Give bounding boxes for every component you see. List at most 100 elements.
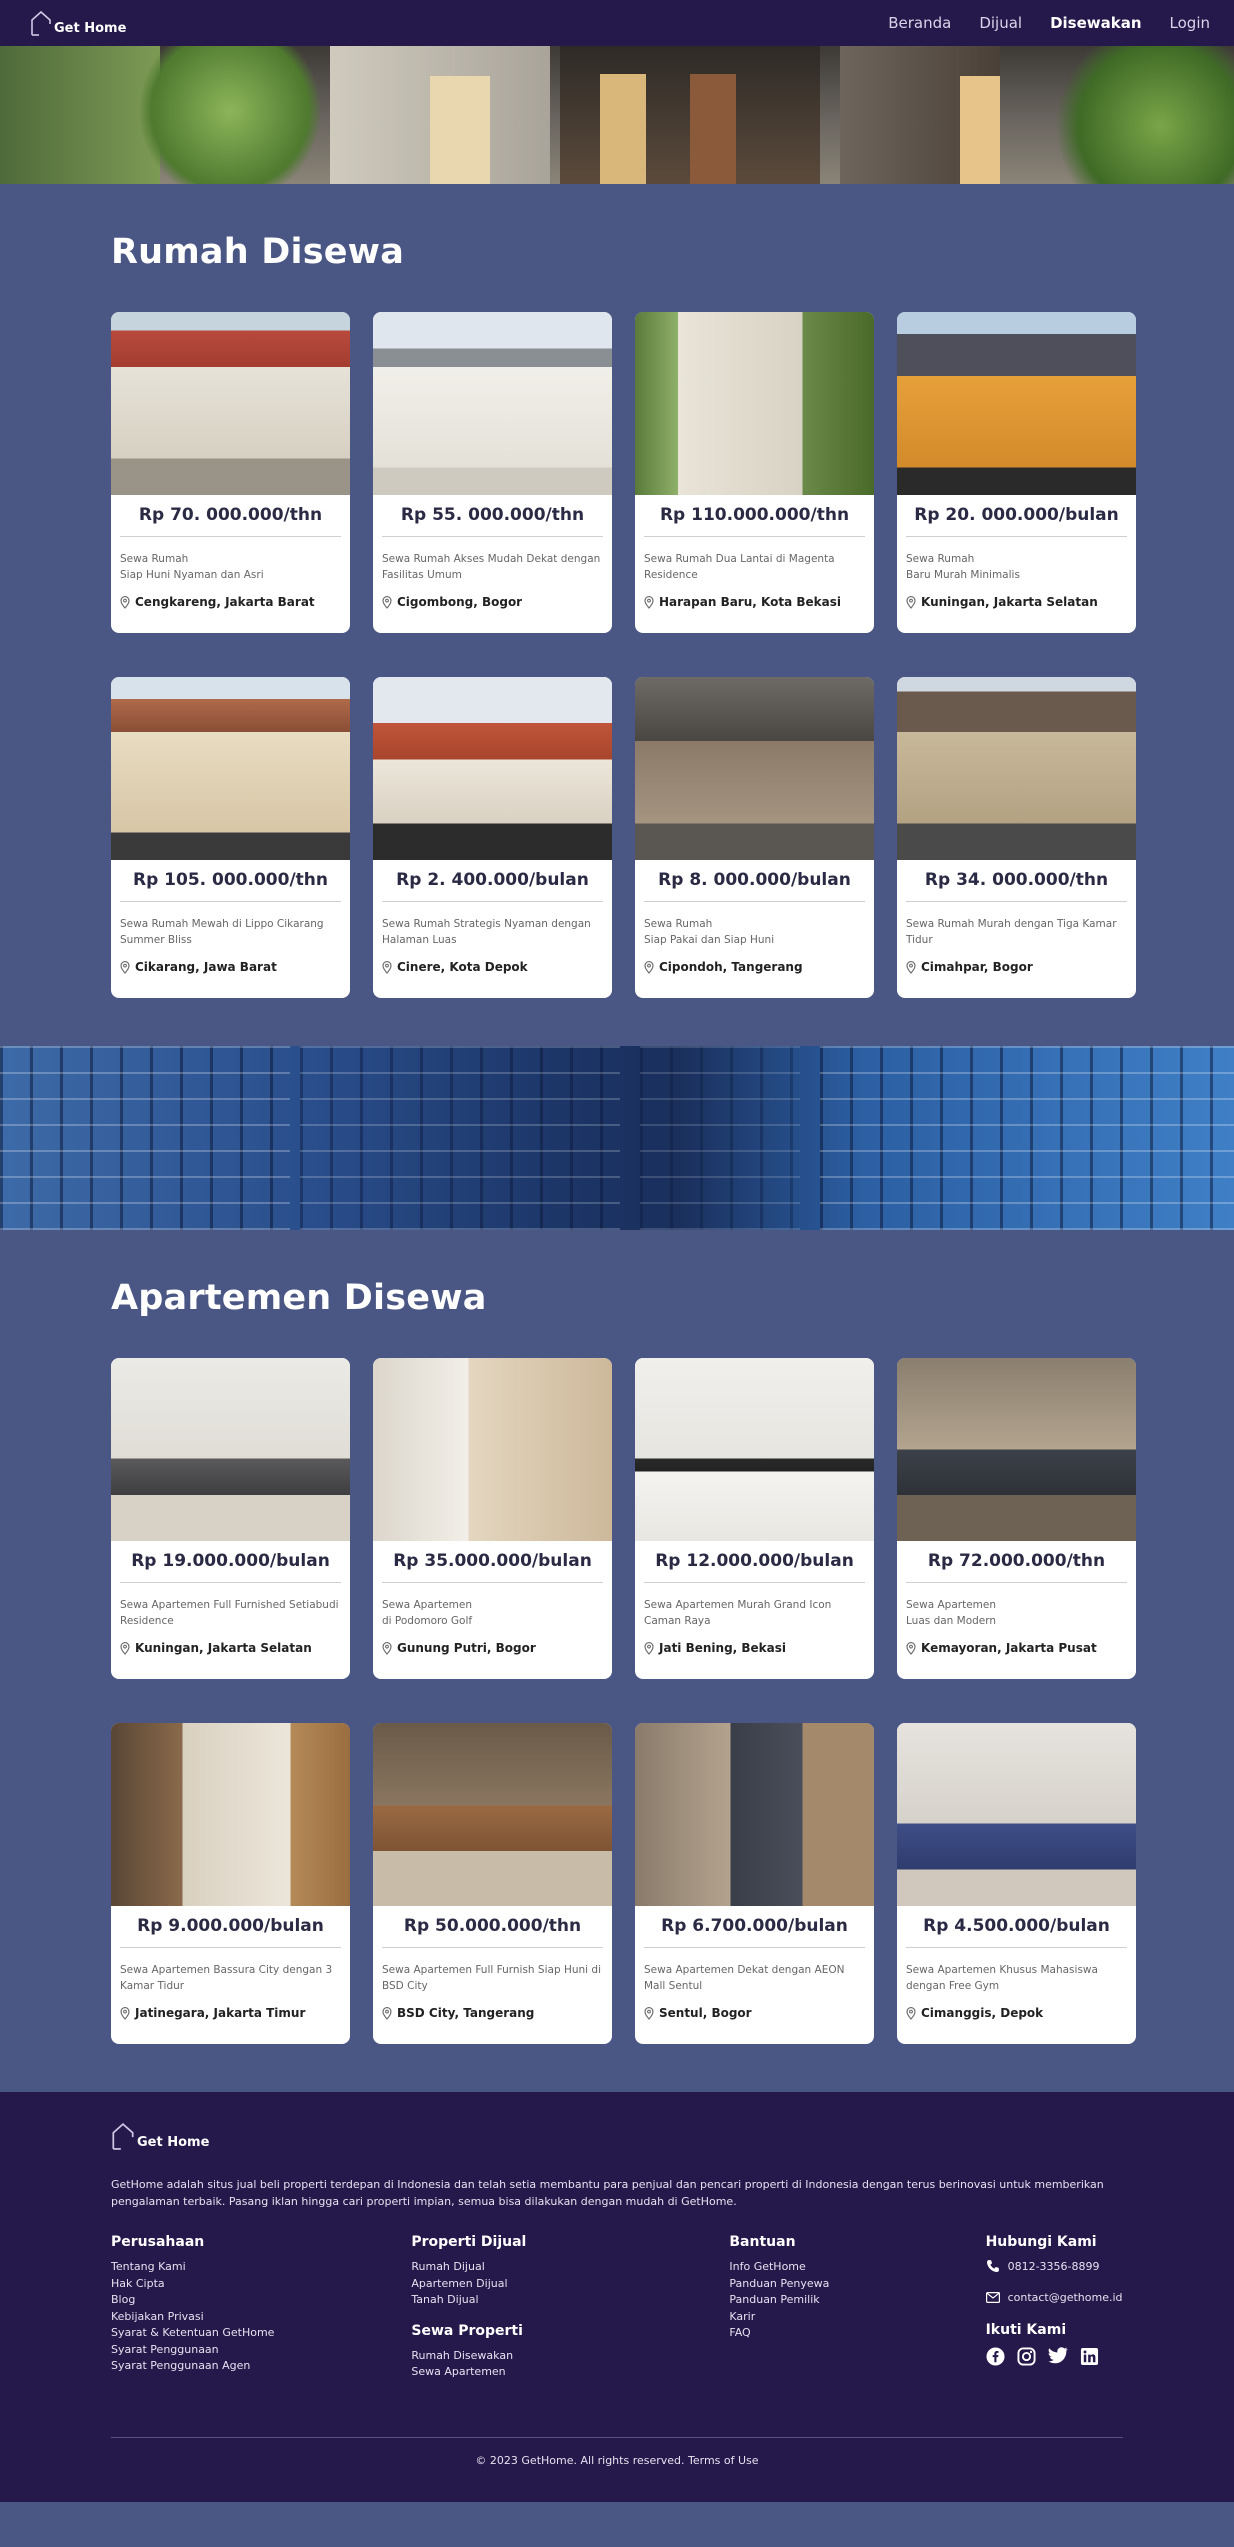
house-card[interactable]: Rp 34. 000.000/thn Sewa Rumah Murah deng…: [897, 677, 1136, 998]
listing-description: Sewa Rumah Mewah di Lippo Cikarang Summe…: [120, 918, 324, 946]
house-card[interactable]: Rp 20. 000.000/bulan Sewa Rumah Baru Mur…: [897, 312, 1136, 633]
contact-phone[interactable]: 0812-3356-8899: [986, 2259, 1123, 2273]
apartments-section: Apartemen Disewa Rp 19.000.000/bulan Sew…: [0, 1230, 1234, 2092]
location-text: Cengkareng, Jakarta Barat: [135, 595, 315, 609]
listing-description: Sewa Rumah Akses Mudah Dekat dengan Fasi…: [382, 553, 601, 581]
location-text: Cikarang, Jawa Barat: [135, 960, 277, 974]
location-text: Kuningan, Jakarta Selatan: [135, 1641, 312, 1655]
house-card[interactable]: Rp 2. 400.000/bulan Sewa Rumah Strategis…: [373, 677, 612, 998]
footer-link[interactable]: Blog: [111, 2292, 411, 2309]
house-card[interactable]: Rp 110.000.000/thn Sewa Rumah Dua Lantai…: [635, 312, 874, 633]
copyright-text: © 2023 GetHome. All rights reserved. Ter…: [111, 2436, 1123, 2502]
listing-description: Sewa Apartemen Dekat dengan AEON Mall Se…: [644, 1964, 845, 1992]
footer-link[interactable]: Syarat Penggunaan: [111, 2342, 411, 2359]
location-row: Kuningan, Jakarta Selatan: [120, 1641, 341, 1655]
footer-link[interactable]: Karir: [729, 2309, 985, 2326]
phone-number: 0812-3356-8899: [1007, 2259, 1100, 2273]
map-pin-icon: [644, 2006, 654, 2020]
social-links: [986, 2347, 1123, 2366]
apartment-card[interactable]: Rp 6.700.000/bulan Sewa Apartemen Dekat …: [635, 1723, 874, 2044]
location-row: Jati Bening, Bekasi: [644, 1641, 865, 1655]
price-label: Rp 8. 000.000/bulan: [644, 870, 865, 902]
footer-link[interactable]: Tanah Dijual: [411, 2292, 729, 2309]
footer-col-bantuan: Bantuan Info GetHome Panduan Penyewa Pan…: [729, 2234, 985, 2381]
nav-disewakan[interactable]: Disewakan: [1050, 14, 1141, 32]
price-label: Rp 110.000.000/thn: [644, 505, 865, 537]
apartment-photo: [897, 1358, 1136, 1541]
location-row: Cikarang, Jawa Barat: [120, 960, 341, 974]
house-card[interactable]: Rp 8. 000.000/bulan Sewa Rumah Siap Paka…: [635, 677, 874, 998]
apartment-card[interactable]: Rp 19.000.000/bulan Sewa Apartemen Full …: [111, 1358, 350, 1679]
mail-icon: [985, 2292, 1000, 2303]
footer-link[interactable]: Rumah Disewakan: [411, 2348, 729, 2365]
map-pin-icon: [906, 595, 916, 609]
apartments-grid: Rp 19.000.000/bulan Sewa Apartemen Full …: [111, 1358, 1136, 2044]
location-row: Kuningan, Jakarta Selatan: [906, 595, 1127, 609]
nav-login[interactable]: Login: [1170, 14, 1210, 32]
apartment-photo: [373, 1358, 612, 1541]
footer-link[interactable]: Panduan Pemilik: [729, 2292, 985, 2309]
map-pin-icon: [382, 960, 392, 974]
footer-about-text: GetHome adalah situs jual beli properti …: [111, 2178, 1104, 2208]
house-photo: [897, 312, 1136, 495]
footer-link[interactable]: Apartemen Dijual: [411, 2276, 729, 2293]
footer-link[interactable]: Info GetHome: [729, 2259, 985, 2276]
footer-columns: Perusahaan Tentang Kami Hak Cipta Blog K…: [111, 2234, 1123, 2381]
price-label: Rp 35.000.000/bulan: [382, 1551, 603, 1583]
house-card[interactable]: Rp 70. 000.000/thn Sewa Rumah Siap Huni …: [111, 312, 350, 633]
linkedin-icon[interactable]: [1080, 2347, 1099, 2366]
footer-link[interactable]: Syarat & Ketentuan GetHome: [111, 2325, 411, 2342]
listing-description: Sewa Rumah Strategis Nyaman dengan Halam…: [382, 918, 591, 946]
apartment-card[interactable]: Rp 12.000.000/bulan Sewa Apartemen Murah…: [635, 1358, 874, 1679]
footer-link[interactable]: Hak Cipta: [111, 2276, 411, 2293]
map-pin-icon: [382, 2006, 392, 2020]
footer-brand-name: Get Home: [137, 2135, 210, 2150]
location-row: Jatinegara, Jakarta Timur: [120, 2006, 341, 2020]
apartments-title: Apartemen Disewa: [111, 1278, 487, 1318]
footer-link[interactable]: Kebijakan Privasi: [111, 2309, 411, 2326]
price-label: Rp 50.000.000/thn: [382, 1916, 603, 1948]
map-pin-icon: [644, 960, 654, 974]
instagram-icon[interactable]: [1017, 2347, 1036, 2366]
listing-description: Sewa Apartemen Full Furnished Setiabudi …: [120, 1599, 339, 1627]
footer-link[interactable]: Panduan Penyewa: [729, 2276, 985, 2293]
brand-logo[interactable]: Get Home: [30, 10, 126, 36]
footer-link[interactable]: FAQ: [729, 2325, 985, 2342]
facebook-icon[interactable]: [986, 2347, 1005, 2366]
footer-link[interactable]: Rumah Dijual: [411, 2259, 729, 2276]
apartment-card[interactable]: Rp 4.500.000/bulan Sewa Apartemen Khusus…: [897, 1723, 1136, 2044]
location-text: Cigombong, Bogor: [397, 595, 523, 609]
apartment-photo: [897, 1723, 1136, 1906]
map-pin-icon: [382, 595, 392, 609]
footer-link[interactable]: Syarat Penggunaan Agen: [111, 2358, 411, 2375]
nav-dijual[interactable]: Dijual: [979, 14, 1022, 32]
map-pin-icon: [120, 960, 130, 974]
footer-link[interactable]: Tentang Kami: [111, 2259, 411, 2276]
brand-name: Get Home: [54, 21, 127, 36]
price-label: Rp 2. 400.000/bulan: [382, 870, 603, 902]
location-text: Cimahpar, Bogor: [921, 960, 1033, 974]
email-address: contact@gethome.id: [1007, 2291, 1123, 2304]
footer-heading-sewa: Sewa Properti: [411, 2322, 523, 2339]
apartment-card[interactable]: Rp 72.000.000/thn Sewa Apartemen Luas da…: [897, 1358, 1136, 1679]
location-text: Jati Bening, Bekasi: [659, 1641, 787, 1655]
location-row: Cinere, Kota Depok: [382, 960, 603, 974]
twitter-icon[interactable]: [1047, 2347, 1068, 2366]
nav-beranda[interactable]: Beranda: [888, 14, 951, 32]
houses-title: Rumah Disewa: [111, 232, 405, 272]
apartment-card[interactable]: Rp 35.000.000/bulan Sewa Apartemen di Po…: [373, 1358, 612, 1679]
footer-link[interactable]: Sewa Apartemen: [411, 2364, 729, 2381]
map-pin-icon: [906, 1641, 916, 1655]
footer-brand-logo[interactable]: Get Home: [111, 2122, 1123, 2150]
contact-email[interactable]: contact@gethome.id: [985, 2291, 1123, 2304]
location-row: Sentul, Bogor: [644, 2006, 865, 2020]
apartment-card[interactable]: Rp 9.000.000/bulan Sewa Apartemen Bassur…: [111, 1723, 350, 2044]
house-photo: [373, 312, 612, 495]
apartment-card[interactable]: Rp 50.000.000/thn Sewa Apartemen Full Fu…: [373, 1723, 612, 2044]
house-card[interactable]: Rp 105. 000.000/thn Sewa Rumah Mewah di …: [111, 677, 350, 998]
house-logo-icon: [31, 10, 51, 36]
map-pin-icon: [120, 595, 130, 609]
house-card[interactable]: Rp 55. 000.000/thn Sewa Rumah Akses Muda…: [373, 312, 612, 633]
listing-description: Sewa Rumah Dua Lantai di Magenta Residen…: [644, 553, 835, 581]
house-photo: [897, 677, 1136, 860]
